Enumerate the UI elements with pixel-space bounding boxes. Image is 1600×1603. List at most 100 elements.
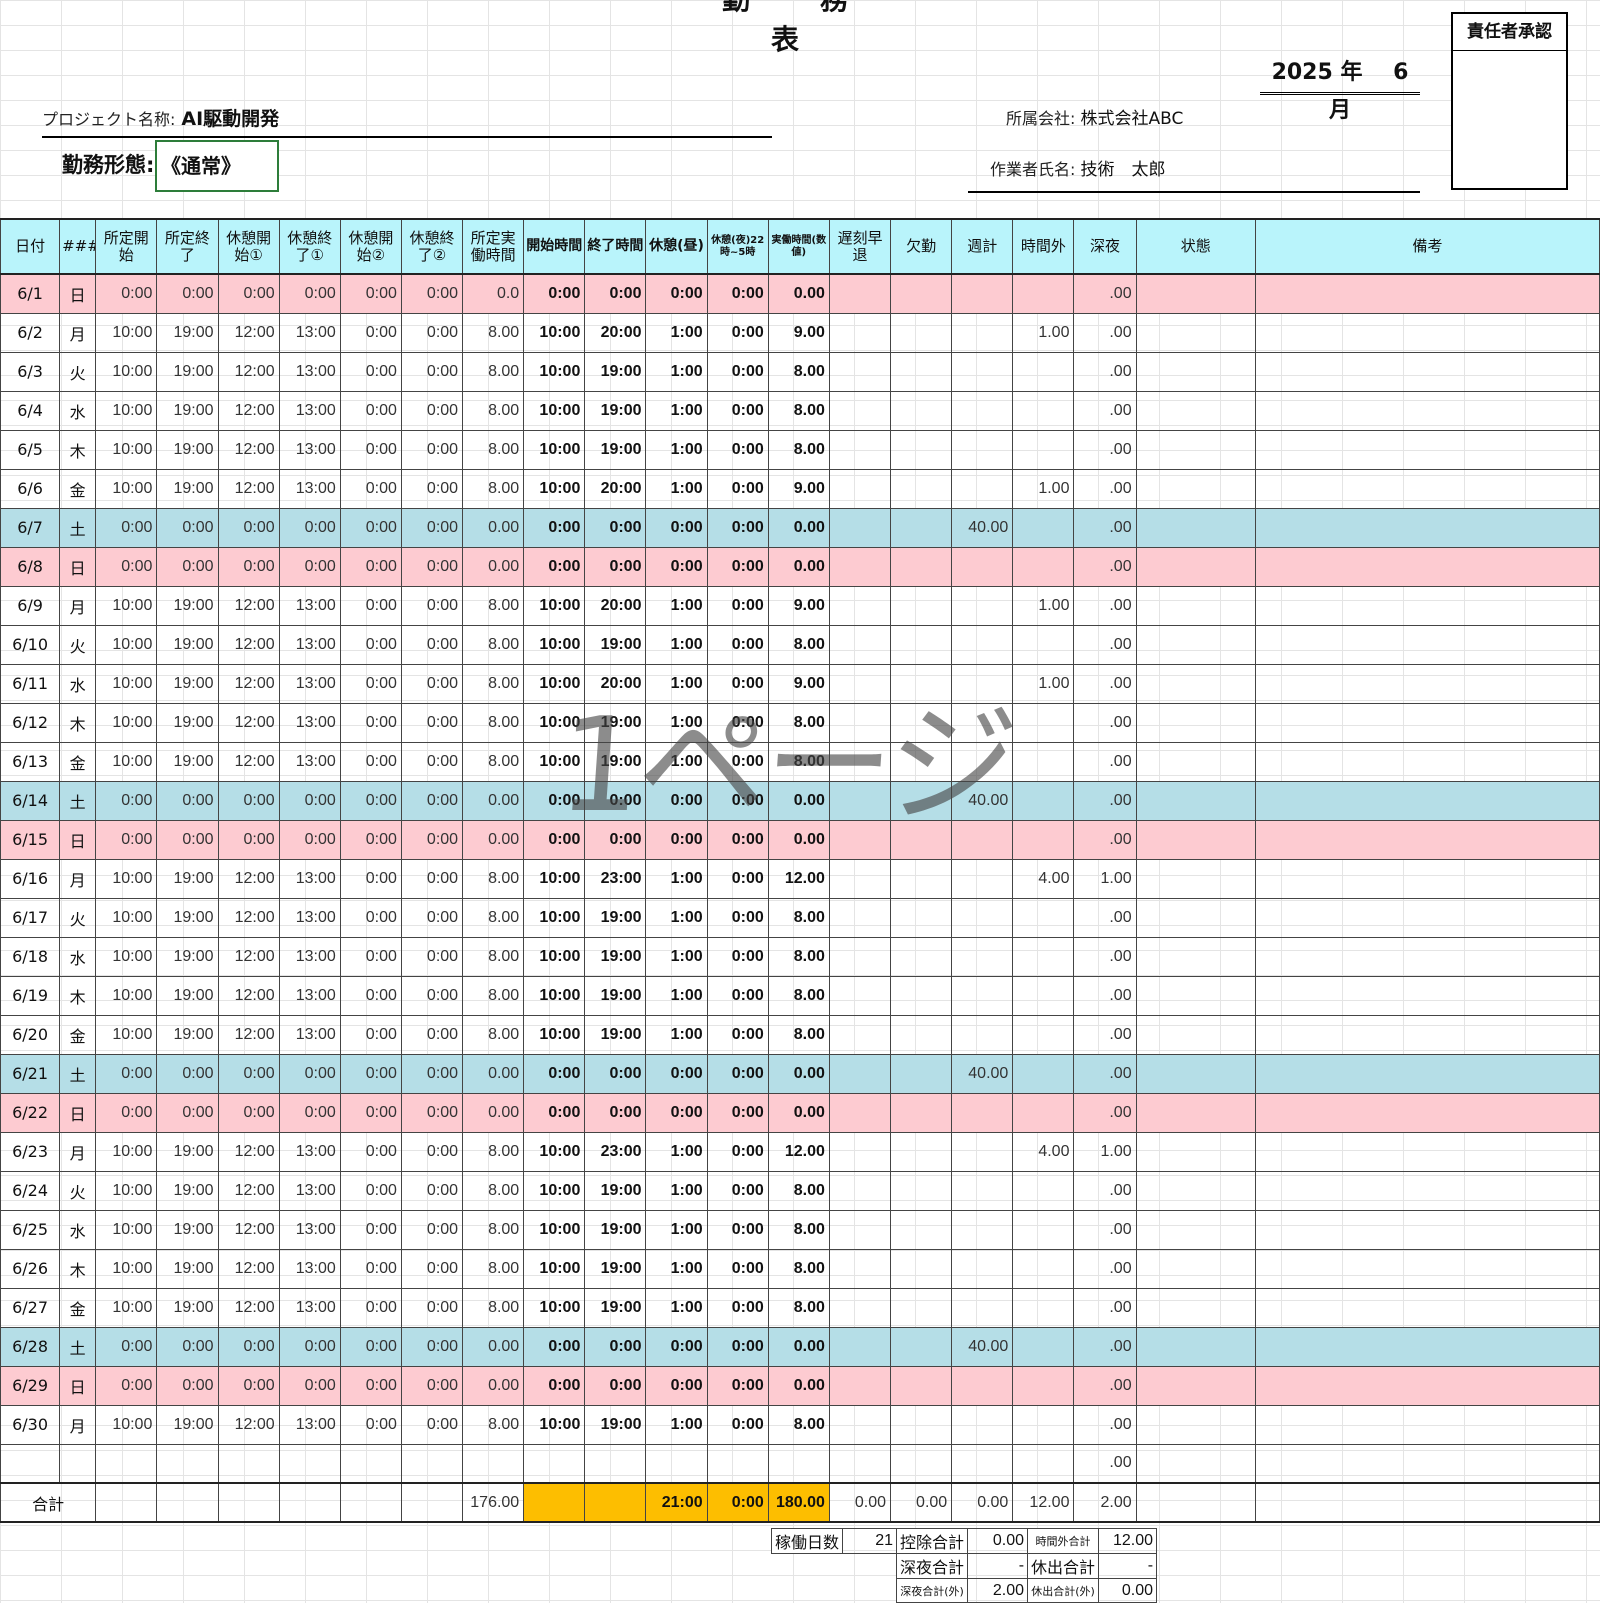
table-cell[interactable]: 0:00 — [156, 1092, 219, 1133]
table-cell[interactable]: 0:00 — [339, 1131, 402, 1172]
table-cell[interactable]: 6/27 — [0, 1287, 61, 1328]
table-cell[interactable] — [951, 1131, 1014, 1172]
table-cell[interactable]: 0:00 — [400, 1248, 464, 1289]
table-cell[interactable] — [828, 468, 892, 509]
table-cell[interactable]: 8.00 — [462, 1131, 525, 1172]
table-cell[interactable] — [1254, 936, 1600, 977]
table-cell[interactable] — [1135, 936, 1256, 977]
table-cell[interactable]: 1:00 — [645, 390, 708, 431]
table-cell[interactable]: 0:00 — [706, 1053, 769, 1094]
table-cell[interactable]: 4.00 — [1012, 858, 1075, 899]
table-cell[interactable] — [890, 390, 953, 431]
table-cell[interactable] — [828, 1443, 892, 1484]
table-cell[interactable] — [706, 1443, 769, 1484]
table-cell[interactable] — [828, 546, 892, 587]
table-cell[interactable]: 0:00 — [156, 1365, 219, 1406]
table-cell[interactable]: 8.00 — [462, 1014, 525, 1055]
table-cell[interactable] — [767, 1443, 830, 1484]
table-cell[interactable] — [1012, 819, 1075, 860]
table-cell[interactable]: 13:00 — [278, 390, 341, 431]
table-cell[interactable] — [828, 858, 892, 899]
total-cell[interactable] — [217, 1482, 280, 1523]
table-cell[interactable] — [828, 429, 892, 470]
worker-field[interactable]: 作業者氏名: 技術 太郎 — [968, 153, 1420, 193]
table-cell[interactable]: 6/6 — [0, 468, 61, 509]
table-cell[interactable] — [828, 780, 892, 821]
table-cell[interactable]: 10:00 — [523, 975, 586, 1016]
table-cell[interactable]: 19:00 — [584, 702, 647, 743]
table-cell[interactable]: 12:00 — [217, 1014, 280, 1055]
table-cell[interactable]: 10:00 — [95, 312, 158, 353]
table-cell[interactable] — [1135, 702, 1256, 743]
table-cell[interactable] — [828, 1170, 892, 1211]
table-cell[interactable]: 12:00 — [217, 702, 280, 743]
summary-value[interactable]: 12.00 — [1098, 1528, 1158, 1554]
table-cell[interactable]: 19:00 — [156, 468, 219, 509]
table-cell[interactable]: 0:00 — [523, 819, 586, 860]
table-cell[interactable] — [890, 858, 953, 899]
table-cell[interactable] — [1135, 1170, 1256, 1211]
table-cell[interactable]: 火 — [59, 897, 97, 938]
table-cell[interactable] — [890, 273, 953, 314]
table-cell[interactable]: 6/18 — [0, 936, 61, 977]
table-cell[interactable]: 0:00 — [339, 663, 402, 704]
table-cell[interactable]: 0:00 — [156, 546, 219, 587]
table-cell[interactable]: 日 — [59, 819, 97, 860]
table-cell[interactable]: 1:00 — [645, 1287, 708, 1328]
table-cell[interactable]: 12:00 — [217, 1170, 280, 1211]
table-cell[interactable] — [1254, 273, 1600, 314]
table-cell[interactable]: 12:00 — [217, 1131, 280, 1172]
table-cell[interactable] — [1254, 702, 1600, 743]
table-cell[interactable]: 19:00 — [156, 585, 219, 626]
table-cell[interactable]: 8.00 — [462, 858, 525, 899]
table-cell[interactable]: 0:00 — [217, 780, 280, 821]
table-cell[interactable] — [523, 1443, 586, 1484]
table-cell[interactable]: 0:00 — [156, 507, 219, 548]
table-cell[interactable]: 0:00 — [584, 546, 647, 587]
summary-label[interactable]: 休出合計(外) — [1027, 1578, 1100, 1603]
table-cell[interactable]: 0:00 — [95, 780, 158, 821]
table-cell[interactable]: 13:00 — [278, 936, 341, 977]
table-cell[interactable]: 12:00 — [217, 585, 280, 626]
table-cell[interactable]: 1:00 — [645, 351, 708, 392]
table-cell[interactable]: 0:00 — [400, 1326, 464, 1367]
table-cell[interactable] — [828, 1092, 892, 1133]
table-cell[interactable]: 1:00 — [645, 312, 708, 353]
table-cell[interactable] — [890, 1209, 953, 1250]
table-cell[interactable]: 0:00 — [400, 312, 464, 353]
table-cell[interactable]: 日 — [59, 273, 97, 314]
table-cell[interactable]: 0:00 — [339, 468, 402, 509]
table-cell[interactable]: 0:00 — [706, 1209, 769, 1250]
table-cell[interactable]: 12:00 — [217, 429, 280, 470]
table-cell[interactable]: 13:00 — [278, 429, 341, 470]
table-cell[interactable]: 19:00 — [156, 1209, 219, 1250]
table-cell[interactable] — [828, 1248, 892, 1289]
table-cell[interactable]: .00 — [1073, 624, 1137, 665]
table-cell[interactable]: 19:00 — [584, 429, 647, 470]
table-cell[interactable]: 1:00 — [645, 936, 708, 977]
table-cell[interactable]: 13:00 — [278, 468, 341, 509]
table-cell[interactable]: 0:00 — [523, 1365, 586, 1406]
table-cell[interactable]: 日 — [59, 1365, 97, 1406]
table-cell[interactable]: 10:00 — [523, 1014, 586, 1055]
table-cell[interactable]: 6/3 — [0, 351, 61, 392]
table-cell[interactable]: 9.00 — [767, 663, 830, 704]
table-cell[interactable] — [1012, 1248, 1075, 1289]
table-cell[interactable]: 1:00 — [645, 1248, 708, 1289]
table-cell[interactable]: 水 — [59, 663, 97, 704]
table-cell[interactable] — [951, 585, 1014, 626]
table-cell[interactable]: 0:00 — [278, 546, 341, 587]
table-cell[interactable]: 1:00 — [645, 975, 708, 1016]
table-cell[interactable]: 0:00 — [156, 273, 219, 314]
table-cell[interactable]: 0:00 — [156, 1053, 219, 1094]
table-cell[interactable]: 0:00 — [217, 507, 280, 548]
table-cell[interactable] — [890, 429, 953, 470]
table-cell[interactable]: 0:00 — [645, 1092, 708, 1133]
table-cell[interactable]: 0:00 — [706, 624, 769, 665]
table-cell[interactable]: 6/1 — [0, 273, 61, 314]
table-cell[interactable]: 12:00 — [217, 1404, 280, 1445]
table-cell[interactable]: 0:00 — [95, 1326, 158, 1367]
table-cell[interactable]: 12:00 — [217, 741, 280, 782]
table-cell[interactable]: .00 — [1073, 1092, 1137, 1133]
table-cell[interactable]: 0:00 — [217, 273, 280, 314]
